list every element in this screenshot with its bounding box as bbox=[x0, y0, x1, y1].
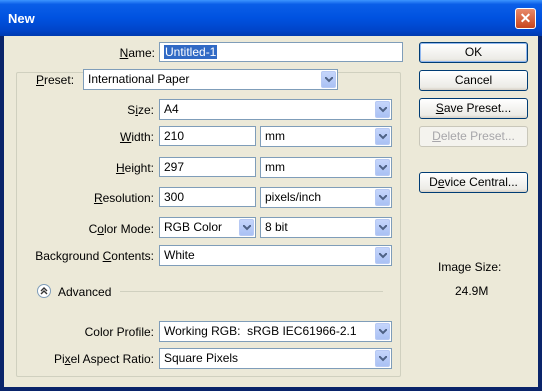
dialog-body: Name: Untitled-1 Preset: International P… bbox=[4, 36, 538, 387]
chevron-down-icon[interactable] bbox=[239, 219, 254, 236]
background-contents-label: Background Contents: bbox=[35, 249, 154, 263]
chevron-down-icon[interactable] bbox=[375, 101, 390, 118]
chevron-down-icon[interactable] bbox=[375, 219, 390, 236]
resolution-unit-select[interactable]: pixels/inch bbox=[260, 187, 392, 208]
bit-depth-value: 8 bit bbox=[265, 220, 288, 234]
chevron-down-icon[interactable] bbox=[375, 323, 390, 340]
bit-depth-select[interactable]: 8 bit bbox=[260, 217, 392, 238]
name-label: Name: bbox=[119, 46, 155, 60]
width-label: Width: bbox=[119, 130, 154, 144]
resolution-input[interactable]: 300 bbox=[159, 187, 256, 207]
delete-preset-button: Delete Preset... bbox=[419, 126, 528, 147]
chevron-down-icon[interactable] bbox=[321, 71, 336, 88]
image-size-label: Image Size: bbox=[438, 260, 502, 274]
size-value: A4 bbox=[164, 102, 179, 116]
chevron-down-icon[interactable] bbox=[375, 159, 390, 176]
chevron-down-icon[interactable] bbox=[375, 128, 390, 145]
color-mode-value: RGB Color bbox=[164, 220, 223, 234]
title-bar[interactable]: New ✕ bbox=[0, 0, 542, 36]
chevron-down-icon[interactable] bbox=[375, 350, 390, 367]
close-icon[interactable]: ✕ bbox=[515, 8, 536, 29]
new-document-dialog: New ✕ Name: Untitled-1 Preset: Internati… bbox=[0, 0, 542, 391]
preset-select[interactable]: International Paper bbox=[83, 69, 338, 90]
save-preset-button[interactable]: Save Preset... bbox=[419, 98, 528, 119]
color-mode-select[interactable]: RGB Color bbox=[159, 217, 256, 238]
color-mode-label: Color Mode: bbox=[88, 222, 154, 236]
chevron-down-icon[interactable] bbox=[375, 247, 390, 264]
preset-value: International Paper bbox=[88, 72, 190, 86]
color-profile-label: Color Profile: bbox=[84, 325, 154, 339]
preset-label: Preset: bbox=[34, 73, 77, 87]
pixel-aspect-select[interactable]: Square Pixels bbox=[159, 348, 392, 369]
background-contents-select[interactable]: White bbox=[159, 245, 392, 266]
device-central-button[interactable]: Device Central... bbox=[419, 172, 528, 193]
window-title: New bbox=[8, 11, 35, 26]
width-input[interactable]: 210 bbox=[159, 126, 256, 146]
pixel-aspect-label: Pixel Aspect Ratio: bbox=[53, 352, 154, 366]
width-value: 210 bbox=[164, 129, 185, 143]
resolution-unit-value: pixels/inch bbox=[265, 190, 322, 204]
advanced-divider bbox=[120, 291, 383, 292]
image-size-value: 24.9M bbox=[455, 284, 489, 298]
height-label: Height: bbox=[115, 161, 154, 175]
chevron-down-icon[interactable] bbox=[375, 189, 390, 206]
width-unit-value: mm bbox=[265, 129, 285, 143]
double-chevron-up-icon[interactable] bbox=[37, 284, 51, 298]
ok-button[interactable]: OK bbox=[419, 42, 528, 63]
height-input[interactable]: 297 bbox=[159, 157, 256, 177]
name-value: Untitled-1 bbox=[164, 45, 218, 59]
color-profile-select[interactable]: Working RGB: sRGB IEC61966-2.1 bbox=[159, 321, 392, 342]
resolution-value: 300 bbox=[164, 190, 185, 204]
width-unit-select[interactable]: mm bbox=[260, 126, 392, 147]
background-contents-value: White bbox=[164, 248, 195, 262]
name-input[interactable]: Untitled-1 bbox=[159, 42, 403, 62]
height-value: 297 bbox=[164, 160, 185, 174]
resolution-label: Resolution: bbox=[93, 191, 154, 205]
pixel-aspect-value: Square Pixels bbox=[164, 351, 239, 365]
height-unit-value: mm bbox=[265, 160, 285, 174]
color-profile-value: Working RGB: sRGB IEC61966-2.1 bbox=[164, 324, 357, 338]
height-unit-select[interactable]: mm bbox=[260, 157, 392, 178]
size-select[interactable]: A4 bbox=[159, 99, 392, 120]
advanced-label[interactable]: Advanced bbox=[58, 285, 111, 299]
size-label: Size: bbox=[127, 103, 154, 117]
cancel-button[interactable]: Cancel bbox=[419, 70, 528, 91]
